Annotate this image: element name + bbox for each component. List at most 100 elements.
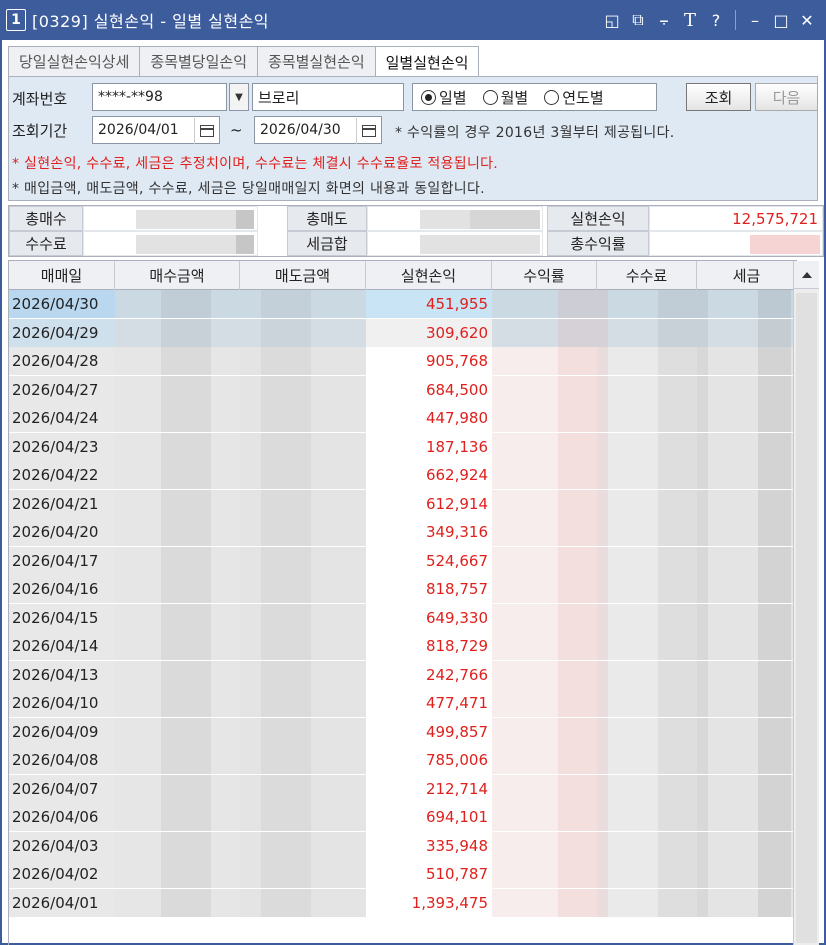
masked-value (658, 432, 708, 461)
scroll-thumb[interactable] (796, 293, 817, 943)
table-row[interactable]: 2026/04/16 818,757 (9, 575, 797, 603)
column-header[interactable]: 수수료 (597, 261, 697, 290)
table-row[interactable]: 2026/04/06 694,101 (9, 803, 797, 831)
account-number-input[interactable]: ****-**98 (92, 83, 227, 111)
table-row[interactable]: 2026/04/03 335,948 (9, 831, 797, 860)
search-button[interactable]: 조회 (686, 83, 751, 111)
end-calendar-button[interactable] (356, 118, 380, 144)
maximize-icon[interactable]: □ (770, 9, 792, 31)
tab-daily-realized[interactable]: 일별실현손익 (374, 46, 480, 77)
table-row[interactable]: 2026/04/10 477,471 (9, 689, 797, 717)
end-date-value: 2026/04/30 (260, 122, 341, 138)
table-row[interactable]: 2026/04/30 451,955 (9, 290, 797, 318)
masked-value (558, 717, 608, 746)
masked-value (658, 660, 708, 689)
account-dropdown-button[interactable]: ▼ (229, 83, 249, 111)
tab-stock-daily[interactable]: 종목별당일손익 (139, 46, 259, 76)
masked-value (758, 318, 791, 347)
masked-value (186, 210, 236, 229)
tab-stock-realized[interactable]: 종목별실현손익 (257, 46, 376, 76)
column-header[interactable]: 매도금액 (240, 261, 366, 290)
table-row[interactable]: 2026/04/23 187,136 (9, 432, 797, 461)
table-row[interactable]: 2026/04/02 510,787 (9, 860, 797, 888)
masked-value (261, 603, 311, 632)
table-row[interactable]: 2026/04/21 612,914 (9, 489, 797, 518)
column-header[interactable]: 실현손익 (366, 261, 492, 290)
radio-yearly[interactable]: 연도별 (544, 87, 604, 108)
column-header[interactable]: 매수금액 (115, 261, 240, 290)
row-realized-pnl-cell: 335,948 (366, 831, 492, 860)
table-row[interactable]: 2026/04/09 499,857 (9, 717, 797, 746)
masked-value (558, 888, 608, 917)
tab-label: 일별실현손익 (385, 53, 469, 72)
masked-value (161, 546, 211, 575)
total-sell-value (367, 206, 543, 231)
radio-daily[interactable]: 일별 (421, 87, 467, 108)
masked-value (658, 347, 708, 375)
radio-monthly[interactable]: 월별 (482, 87, 528, 108)
minimize-icon[interactable]: – (744, 9, 766, 31)
masked-value (420, 235, 470, 254)
table-row[interactable]: 2026/04/14 818,729 (9, 632, 797, 660)
masked-value (558, 603, 608, 632)
column-header[interactable]: 세금 (697, 261, 797, 290)
masked-value (236, 210, 254, 229)
tab-daily-detail[interactable]: 당일실현손익상세 (8, 46, 141, 76)
row-realized-pnl-cell: 242,766 (366, 660, 492, 689)
start-calendar-button[interactable] (194, 118, 218, 144)
estimate-warning: * 실현손익, 수수료, 세금은 추정치이며, 수수료는 체결시 수수료율로 적… (12, 156, 499, 172)
masked-value (420, 210, 470, 229)
row-date-cell: 2026/04/23 (9, 432, 115, 461)
table-row[interactable]: 2026/04/27 684,500 (9, 375, 797, 404)
row-date-cell: 2026/04/13 (9, 660, 115, 689)
vertical-scrollbar[interactable] (793, 261, 819, 945)
table-row[interactable]: 2026/04/07 212,714 (9, 774, 797, 803)
masked-value (558, 546, 608, 575)
masked-value (758, 575, 791, 603)
table-row[interactable]: 2026/04/15 649,330 (9, 603, 797, 632)
row-date-cell: 2026/04/07 (9, 774, 115, 803)
return-rate-note: * 수익률의 경우 2016년 3월부터 제공됩니다. (395, 125, 675, 141)
column-header[interactable]: 매매일 (9, 261, 115, 290)
masked-value (758, 831, 791, 860)
table-row[interactable]: 2026/04/22 662,924 (9, 461, 797, 489)
masked-value (161, 746, 211, 774)
text-size-icon[interactable]: T (679, 9, 701, 31)
column-header[interactable]: 수익률 (492, 261, 597, 290)
copy-window-icon[interactable]: ⧉ (627, 9, 649, 31)
pin-icon[interactable]: ⨪ (653, 9, 675, 31)
masked-value (161, 603, 211, 632)
masked-value (658, 603, 708, 632)
table-row[interactable]: 2026/04/01 1,393,475 (9, 888, 797, 917)
start-date-input[interactable]: 2026/04/01 (92, 116, 220, 144)
masked-value (658, 489, 708, 518)
row-realized-pnl-cell: 818,729 (366, 632, 492, 660)
summary-row: 총매수 총매도 실현손익 12,575,721 (9, 206, 823, 232)
tax-total-label: 세금합 (287, 231, 367, 256)
table-row[interactable]: 2026/04/29 309,620 (9, 318, 797, 347)
table-row[interactable]: 2026/04/17 524,667 (9, 546, 797, 575)
masked-value (261, 518, 311, 546)
masked-value (161, 660, 211, 689)
masked-value (261, 489, 311, 518)
table-header: 매매일 매수금액 매도금액 실현손익 수익률 수수료 세금 (9, 260, 797, 290)
masked-value (758, 717, 791, 746)
close-icon[interactable]: ✕ (796, 9, 818, 31)
realized-pnl-value: 12,575,721 (649, 206, 823, 231)
table-row[interactable]: 2026/04/13 242,766 (9, 660, 797, 689)
table-row[interactable]: 2026/04/08 785,006 (9, 746, 797, 774)
masked-value (161, 717, 211, 746)
masked-value (558, 746, 608, 774)
scroll-up-button[interactable] (794, 261, 819, 289)
table-row[interactable]: 2026/04/24 447,980 (9, 404, 797, 432)
restore-layout-icon[interactable]: ◱ (601, 9, 623, 31)
end-date-input[interactable]: 2026/04/30 (254, 116, 382, 144)
table-row[interactable]: 2026/04/20 349,316 (9, 518, 797, 546)
row-date-cell: 2026/04/03 (9, 831, 115, 860)
table-row[interactable]: 2026/04/28 905,768 (9, 347, 797, 375)
masked-value (758, 888, 791, 917)
next-button[interactable]: 다음 (755, 83, 818, 111)
masked-value (758, 746, 791, 774)
row-date-cell: 2026/04/15 (9, 603, 115, 632)
help-icon[interactable]: ? (705, 9, 727, 31)
